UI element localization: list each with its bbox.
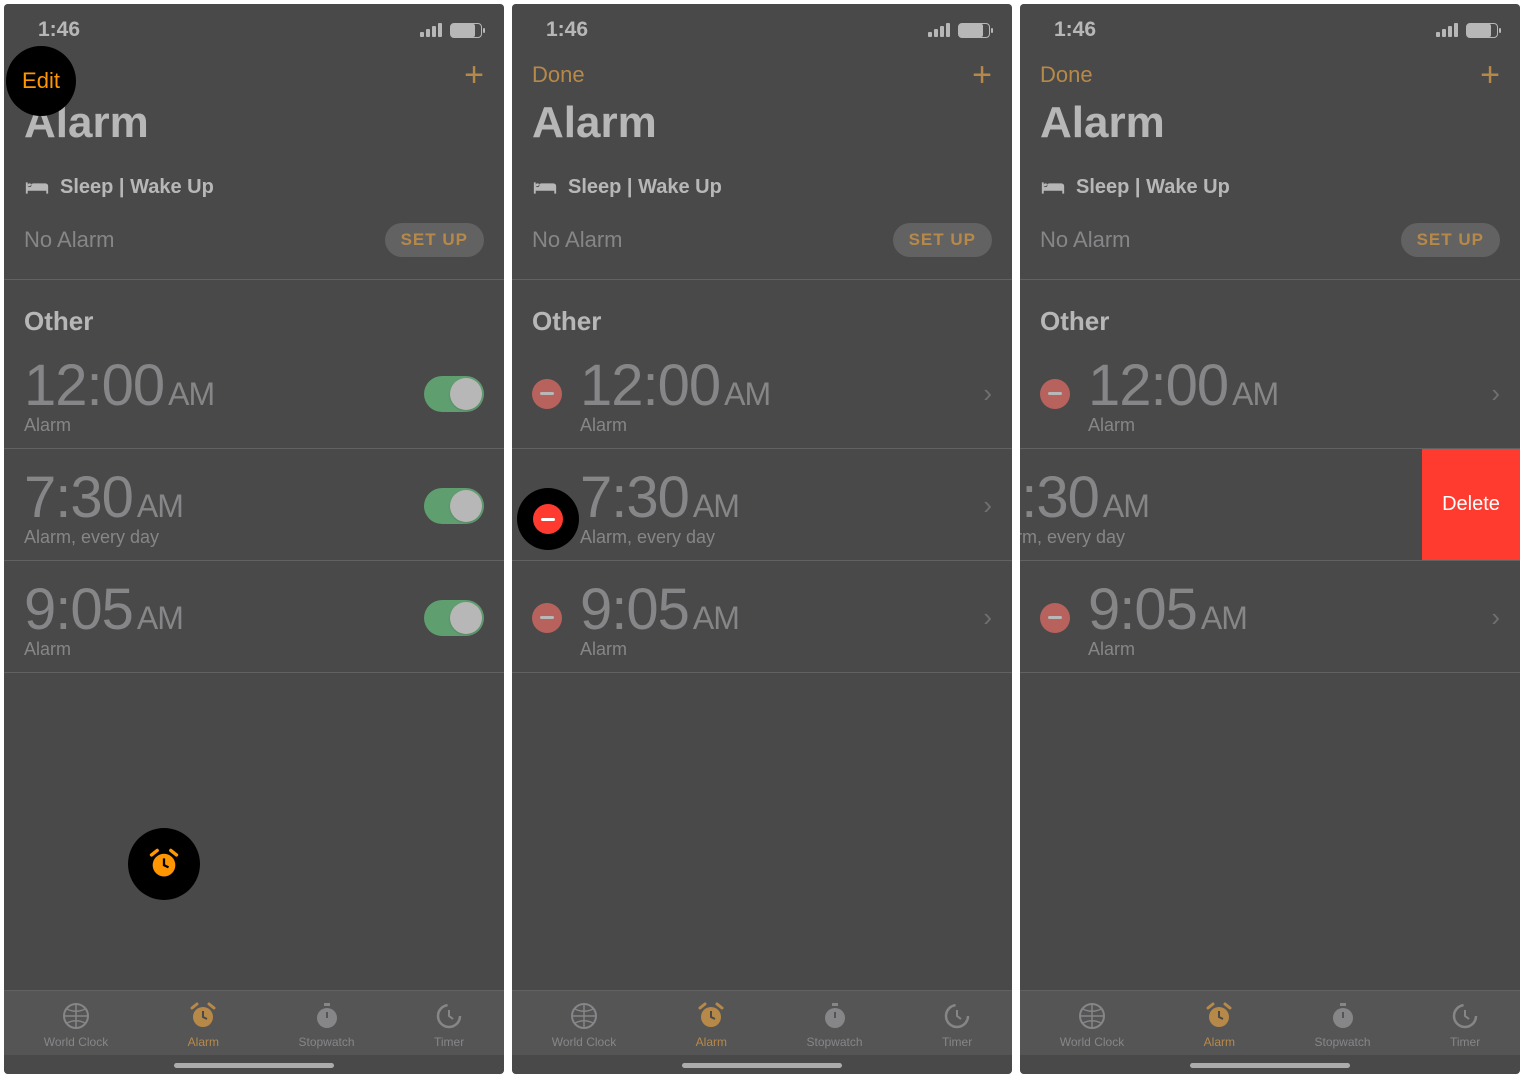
alarm-row[interactable]: 9:05AM Alarm <box>4 561 504 673</box>
sleep-section-header: Sleep | Wake Up <box>1020 166 1520 205</box>
alarm-toggle[interactable] <box>424 600 484 636</box>
tab-timer[interactable]: Timer <box>942 1001 972 1049</box>
home-indicator[interactable] <box>174 1063 334 1068</box>
nav-bar: Edit + <box>4 50 504 94</box>
nav-bar: Done + <box>512 50 1012 94</box>
add-alarm-button[interactable]: + <box>464 64 484 86</box>
home-indicator[interactable] <box>1190 1063 1350 1068</box>
no-alarm-label: No Alarm <box>1040 227 1130 253</box>
alarm-row[interactable]: 9:05AM Alarm › <box>512 561 1012 673</box>
setup-button[interactable]: SET UP <box>385 223 484 257</box>
status-bar: 1:46 <box>512 4 1012 50</box>
screen-3: 1:46 Done + Alarm Sleep | Wake Up No Ala… <box>1020 4 1520 1074</box>
nav-bar: Done + <box>1020 50 1520 94</box>
tab-stopwatch[interactable]: Stopwatch <box>298 1001 354 1049</box>
tab-timer[interactable]: Timer <box>1450 1001 1480 1049</box>
other-section-header: Other <box>4 280 504 337</box>
bed-icon <box>532 178 558 198</box>
status-right <box>1436 23 1498 38</box>
screen-2: 1:46 Done + Alarm Sleep | Wake Up No Ala… <box>512 4 1012 1074</box>
tab-world-clock[interactable]: World Clock <box>1060 1001 1124 1049</box>
status-time: 1:46 <box>38 18 80 42</box>
alarm-row[interactable]: 12:00AM Alarm › <box>1020 337 1520 449</box>
sleep-label: Sleep | Wake Up <box>1076 176 1230 199</box>
status-time: 1:46 <box>1054 18 1096 42</box>
delete-minus-icon[interactable] <box>1040 603 1070 633</box>
alarm-row[interactable]: 9:05AM Alarm › <box>1020 561 1520 673</box>
tab-stopwatch[interactable]: Stopwatch <box>1314 1001 1370 1049</box>
sleep-row: No Alarm SET UP <box>4 205 504 280</box>
other-section-header: Other <box>1020 280 1520 337</box>
tab-world-clock[interactable]: World Clock <box>44 1001 108 1049</box>
highlight-edit-marker: Edit <box>6 46 76 116</box>
cellular-icon <box>420 23 442 37</box>
tab-bar: World Clock Alarm Stopwatch Timer <box>1020 990 1520 1055</box>
sleep-label: Sleep | Wake Up <box>60 176 214 199</box>
delete-minus-icon[interactable] <box>532 379 562 409</box>
tab-timer[interactable]: Timer <box>434 1001 464 1049</box>
cellular-icon <box>1436 23 1458 37</box>
status-bar: 1:46 <box>4 4 504 50</box>
tab-bar: World Clock Alarm Stopwatch Timer <box>512 990 1012 1055</box>
status-right <box>420 23 482 38</box>
battery-icon <box>1466 23 1498 38</box>
bed-icon <box>1040 178 1066 198</box>
alarm-row[interactable]: 7:30AM Alarm, every day › <box>512 449 1012 561</box>
page-title: Alarm <box>512 94 1012 166</box>
sleep-row: No Alarm SET UP <box>1020 205 1520 280</box>
cellular-icon <box>928 23 950 37</box>
alarm-row[interactable]: 12:00AM Alarm › <box>512 337 1012 449</box>
delete-minus-icon[interactable] <box>532 603 562 633</box>
done-button[interactable]: Done <box>1040 62 1093 88</box>
tab-bar: World Clock Alarm Stopwatch Timer <box>4 990 504 1055</box>
alarm-row-swiped[interactable]: 7:30AM Alarm, every day › Delete <box>1020 449 1520 561</box>
add-alarm-button[interactable]: + <box>1480 64 1500 86</box>
sleep-label: Sleep | Wake Up <box>568 176 722 199</box>
highlight-minus-marker <box>517 488 579 550</box>
delete-minus-icon[interactable] <box>1040 379 1070 409</box>
chevron-right-icon: › <box>973 602 992 633</box>
sleep-section-header: Sleep | Wake Up <box>512 166 1012 205</box>
add-alarm-button[interactable]: + <box>972 64 992 86</box>
setup-button[interactable]: SET UP <box>1401 223 1500 257</box>
page-title: Alarm <box>1020 94 1520 166</box>
no-alarm-label: No Alarm <box>532 227 622 253</box>
chevron-right-icon: › <box>1481 378 1500 409</box>
chevron-right-icon: › <box>973 490 992 521</box>
setup-button[interactable]: SET UP <box>893 223 992 257</box>
delete-button[interactable]: Delete <box>1422 449 1520 560</box>
screen-1: 1:46 Edit + Alarm Sleep | Wake Up No Ala… <box>4 4 504 1074</box>
tab-alarm[interactable]: Alarm <box>188 1001 219 1049</box>
no-alarm-label: No Alarm <box>24 227 114 253</box>
alarm-row[interactable]: 7:30AM Alarm, every day <box>4 449 504 561</box>
status-time: 1:46 <box>546 18 588 42</box>
tab-alarm[interactable]: Alarm <box>1204 1001 1235 1049</box>
sleep-section-header: Sleep | Wake Up <box>4 166 504 205</box>
battery-icon <box>958 23 990 38</box>
chevron-right-icon: › <box>973 378 992 409</box>
home-indicator[interactable] <box>682 1063 842 1068</box>
tab-world-clock[interactable]: World Clock <box>552 1001 616 1049</box>
other-section-header: Other <box>512 280 1012 337</box>
tab-stopwatch[interactable]: Stopwatch <box>806 1001 862 1049</box>
alarm-row[interactable]: 12:00AM Alarm <box>4 337 504 449</box>
status-bar: 1:46 <box>1020 4 1520 50</box>
status-right <box>928 23 990 38</box>
alarm-toggle[interactable] <box>424 376 484 412</box>
page-title: Alarm <box>4 94 504 166</box>
bed-icon <box>24 178 50 198</box>
chevron-right-icon: › <box>1481 602 1500 633</box>
sleep-row: No Alarm SET UP <box>512 205 1012 280</box>
battery-icon <box>450 23 482 38</box>
highlight-alarm-tab-marker <box>128 828 200 900</box>
alarm-toggle[interactable] <box>424 488 484 524</box>
tab-alarm[interactable]: Alarm <box>696 1001 727 1049</box>
done-button[interactable]: Done <box>532 62 585 88</box>
